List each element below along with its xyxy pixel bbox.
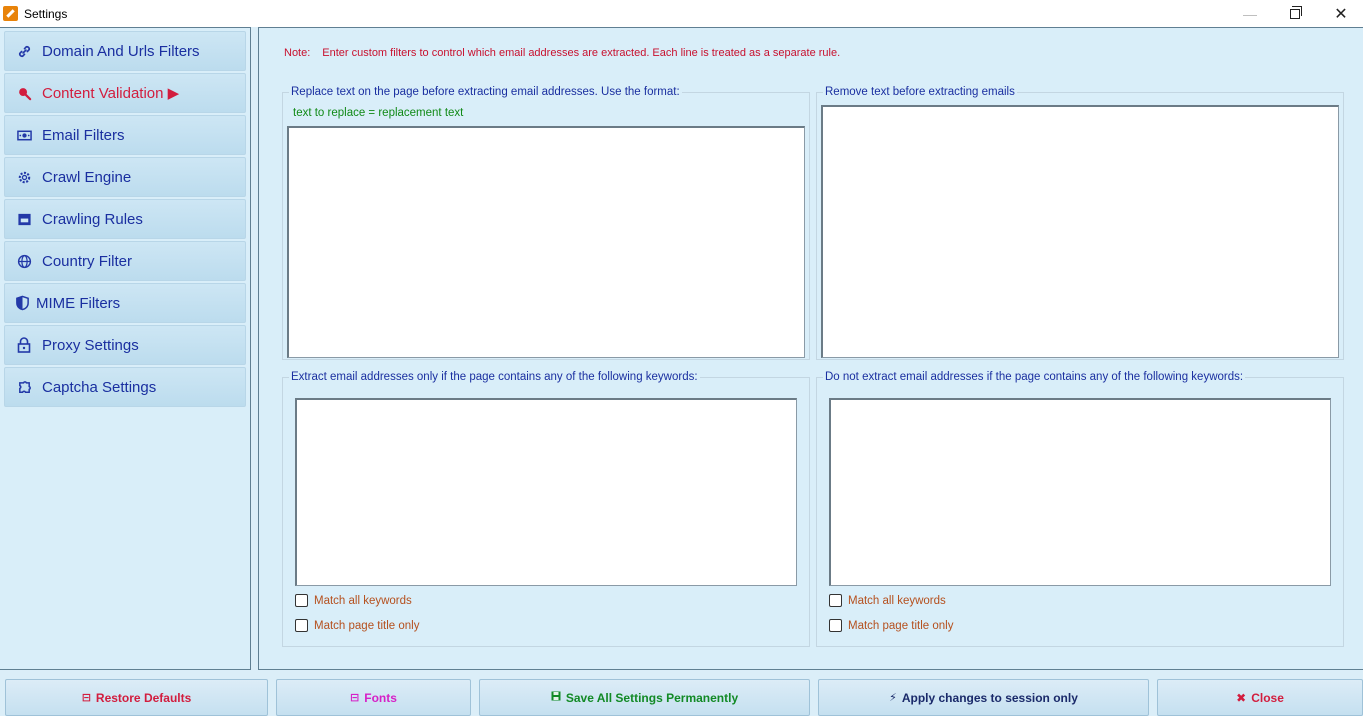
include-keywords-group: Extract email addresses only if the page… xyxy=(282,371,810,647)
include-match-title-checkbox[interactable]: Match page title only xyxy=(295,619,419,632)
restore-icon: ⊟ xyxy=(81,692,91,704)
link-icon xyxy=(16,43,32,59)
note-text: Note: Enter custom filters to control whi… xyxy=(284,47,840,59)
save-all-settings-button[interactable]: Save All Settings Permanently xyxy=(479,679,810,716)
sidebar-item-label: Crawl Engine xyxy=(42,168,132,186)
sidebar-item-label: Crawling Rules xyxy=(42,210,143,228)
close-label: Close xyxy=(1251,690,1284,705)
fonts-icon: ⊟ xyxy=(350,692,360,704)
include-keywords-group-title: Extract email addresses only if the page… xyxy=(289,371,700,383)
checkbox-label: Match page title only xyxy=(848,619,954,632)
replace-text-group-title: Replace text on the page before extracti… xyxy=(289,86,682,98)
close-icon: ✕ xyxy=(1334,5,1348,23)
lock-icon xyxy=(16,337,32,353)
maximize-button[interactable] xyxy=(1272,0,1318,27)
app-icon xyxy=(3,6,18,21)
title-bar: Settings — ✕ xyxy=(0,0,1363,27)
exclude-match-all-checkbox[interactable]: Match all keywords xyxy=(829,594,946,607)
note-label: Note: xyxy=(284,47,311,59)
format-hint: text to replace = replacement text xyxy=(293,107,464,119)
exclude-match-title-checkbox[interactable]: Match page title only xyxy=(829,619,953,632)
email-filter-icon xyxy=(16,127,32,143)
puzzle-icon xyxy=(16,379,32,395)
sidebar-item-label: MIME Filters xyxy=(36,294,121,312)
replace-text-input[interactable] xyxy=(287,126,805,358)
sidebar: Domain And Urls Filters Content Validati… xyxy=(0,27,251,670)
sidebar-item-label: Domain And Urls Filters xyxy=(42,42,200,60)
remove-text-input[interactable] xyxy=(821,105,1339,358)
remove-text-group: Remove text before extracting emails xyxy=(816,86,1344,360)
sidebar-item-crawl-engine[interactable]: Crawl Engine xyxy=(4,157,246,197)
exclude-keywords-group-title: Do not extract email addresses if the pa… xyxy=(823,371,1246,383)
window-title: Settings xyxy=(24,7,68,21)
exclude-keywords-group: Do not extract email addresses if the pa… xyxy=(816,371,1344,647)
lightning-icon: ⚡ xyxy=(889,692,897,704)
replace-text-group: Replace text on the page before extracti… xyxy=(282,86,810,360)
sidebar-item-label: Content Validation ▶ xyxy=(42,85,180,102)
fonts-label: Fonts xyxy=(364,690,397,705)
include-match-all-checkbox[interactable]: Match all keywords xyxy=(295,594,412,607)
checkbox-label: Match all keywords xyxy=(848,594,946,607)
sidebar-item-country-filter[interactable]: Country Filter xyxy=(4,241,246,281)
restore-defaults-button[interactable]: ⊟ Restore Defaults xyxy=(5,679,268,716)
sidebar-item-content-validation[interactable]: Content Validation ▶ xyxy=(4,73,246,113)
checkbox-label: Match page title only xyxy=(314,619,420,632)
sidebar-item-label: Proxy Settings xyxy=(42,336,139,354)
apply-session-button[interactable]: ⚡ Apply changes to session only xyxy=(818,679,1149,716)
shield-icon xyxy=(14,295,30,311)
note-message: Enter custom filters to control which em… xyxy=(322,47,841,59)
apply-session-label: Apply changes to session only xyxy=(901,690,1078,705)
sidebar-item-label: Country Filter xyxy=(42,252,133,270)
restore-defaults-label: Restore Defaults xyxy=(95,690,192,705)
content-validation-panel: Note: Enter custom filters to control whi… xyxy=(258,27,1363,670)
exclude-keywords-input[interactable] xyxy=(829,398,1331,586)
sidebar-item-email-filters[interactable]: Email Filters xyxy=(4,115,246,155)
sidebar-item-mime-filters[interactable]: MIME Filters xyxy=(4,283,246,323)
restore-window-icon xyxy=(1290,5,1302,19)
fonts-button[interactable]: ⊟ Fonts xyxy=(276,679,471,716)
close-x-icon: ✖ xyxy=(1236,690,1247,705)
include-keywords-input[interactable] xyxy=(295,398,797,586)
sidebar-item-label: Captcha Settings xyxy=(42,378,157,396)
checkbox-box[interactable] xyxy=(829,619,842,632)
close-button[interactable]: ✖ Close xyxy=(1157,679,1363,716)
minimize-icon: — xyxy=(1243,5,1257,22)
rules-icon xyxy=(16,211,32,227)
globe-icon xyxy=(16,253,32,269)
search-icon xyxy=(16,85,32,101)
gear-icon xyxy=(16,169,32,185)
remove-text-group-title: Remove text before extracting emails xyxy=(823,86,1017,98)
sidebar-item-crawling-rules[interactable]: Crawling Rules xyxy=(4,199,246,239)
sidebar-item-label: Email Filters xyxy=(42,126,125,144)
checkbox-label: Match all keywords xyxy=(314,594,412,607)
sidebar-item-captcha-settings[interactable]: Captcha Settings xyxy=(4,367,246,407)
checkbox-box[interactable] xyxy=(295,619,308,632)
sidebar-item-proxy-settings[interactable]: Proxy Settings xyxy=(4,325,246,365)
save-all-settings-label: Save All Settings Permanently xyxy=(565,690,739,705)
window-close-button[interactable]: ✕ xyxy=(1318,0,1363,27)
save-icon xyxy=(551,691,561,704)
sidebar-item-domain-urls-filters[interactable]: Domain And Urls Filters xyxy=(4,31,246,71)
minimize-button[interactable]: — xyxy=(1227,0,1273,27)
checkbox-box[interactable] xyxy=(829,594,842,607)
checkbox-box[interactable] xyxy=(295,594,308,607)
